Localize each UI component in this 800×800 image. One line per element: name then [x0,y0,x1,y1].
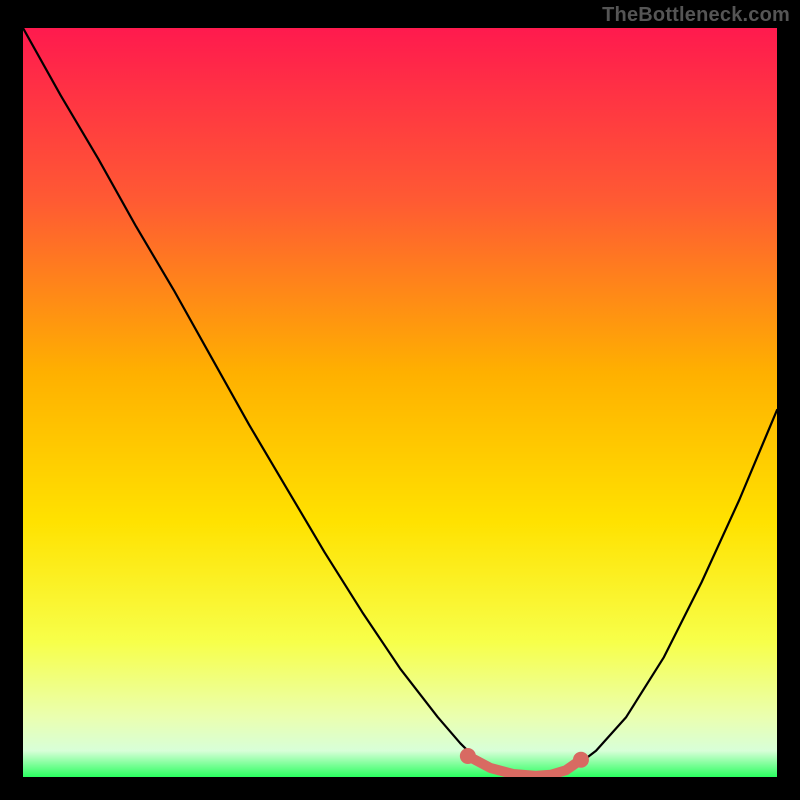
highlight-dot [460,748,476,764]
chart-svg [23,28,777,777]
highlight-dot [573,752,589,768]
watermark-text: TheBottleneck.com [602,4,790,27]
chart-container: TheBottleneck.com [0,0,800,800]
gradient-background [23,28,777,777]
plot-area [23,28,777,777]
